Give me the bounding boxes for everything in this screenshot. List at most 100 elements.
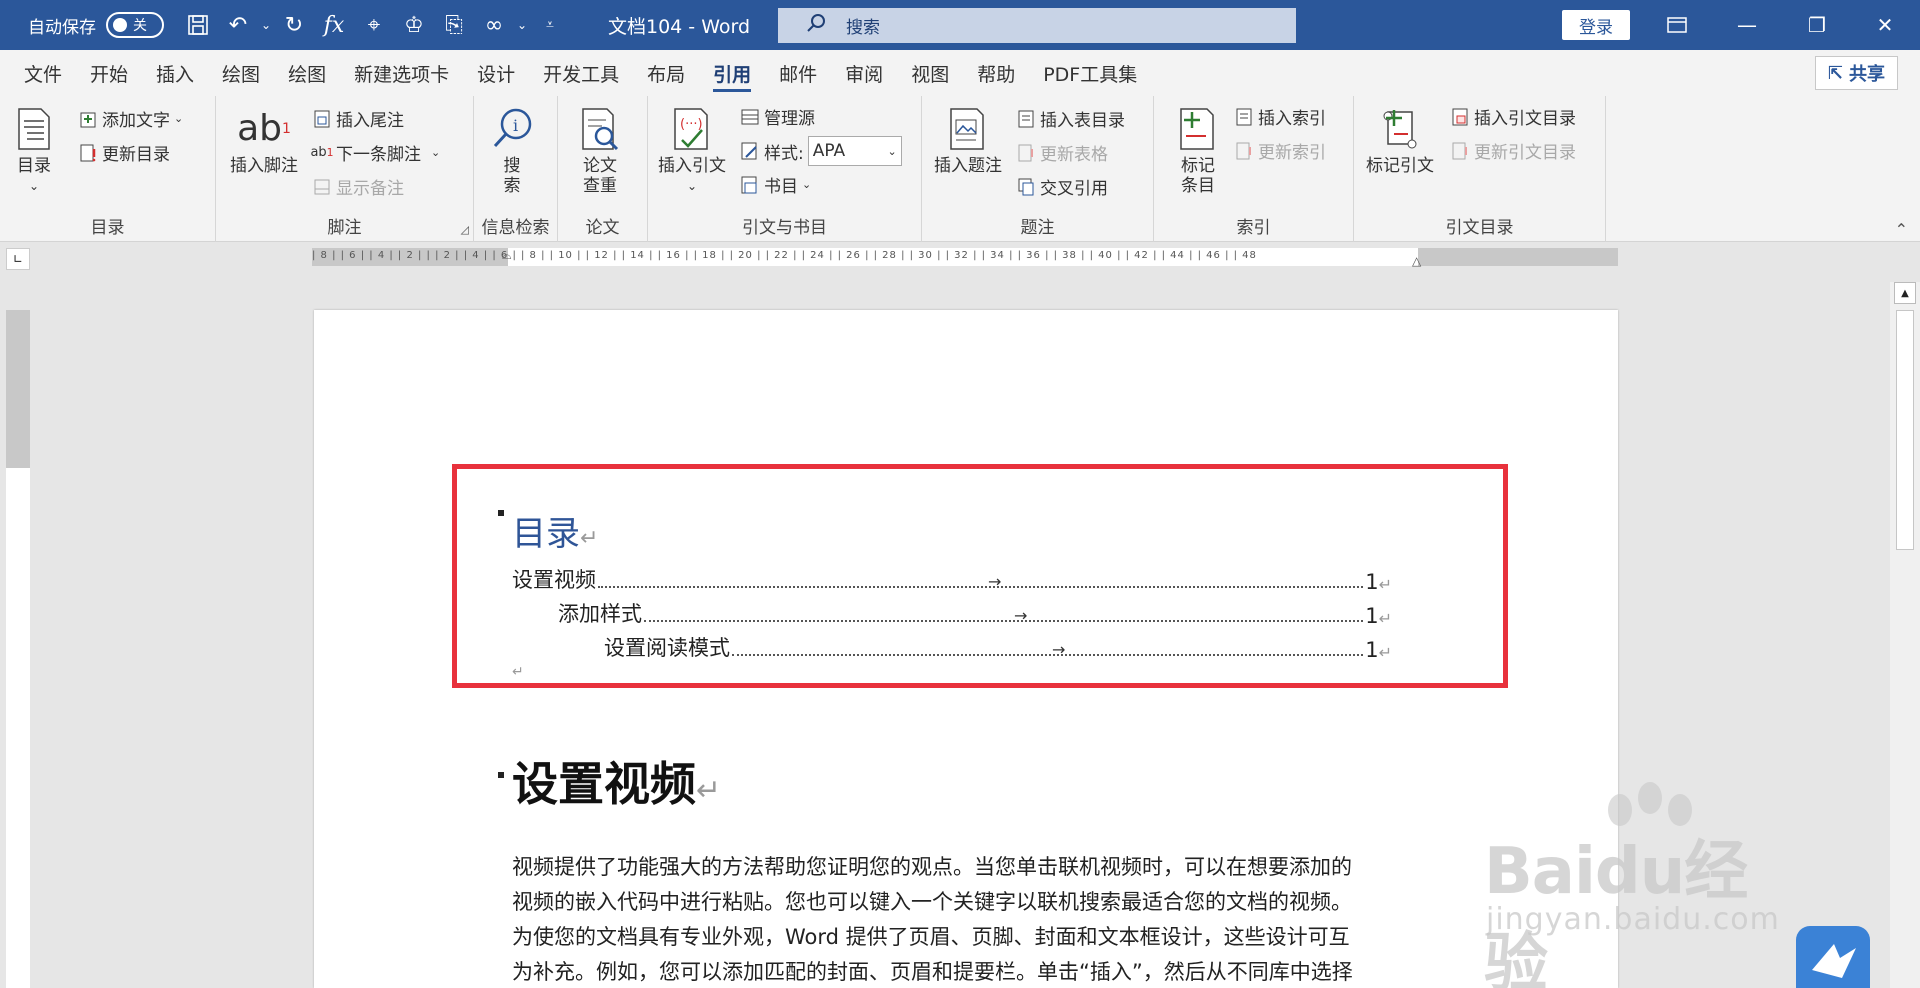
insert-table-of-figures-label: 插入表目录 <box>1040 111 1125 131</box>
tab-selector-icon[interactable]: ∟ <box>6 248 30 270</box>
select-cursor-icon[interactable]: ⌖ <box>354 5 394 45</box>
tab-mailings[interactable]: 邮件 <box>765 50 831 96</box>
close-icon[interactable]: ✕ <box>1850 0 1920 50</box>
next-footnote-button[interactable]: ab 1 下一条脚注 ⌄ <box>310 140 440 165</box>
chevron-down-icon[interactable]: ⌄ <box>514 5 530 45</box>
toc-button[interactable]: 目录 ⌄ <box>12 104 56 196</box>
insert-toa-icon <box>1450 106 1470 128</box>
style-select[interactable]: APA ⌄ <box>807 136 902 166</box>
thesis-check-button[interactable]: 论文 查重 <box>578 104 622 196</box>
toc-entry[interactable]: 设置视频 → 1 ↵ <box>512 564 1392 594</box>
vertical-scrollbar[interactable]: ▲ <box>1890 282 1920 988</box>
dialog-launcher-icon[interactable]: ◿ <box>461 223 469 236</box>
style-value: APA <box>812 141 846 161</box>
tab-draw[interactable]: 绘图 <box>208 50 274 96</box>
autosave-toggle[interactable]: 关 <box>106 12 164 38</box>
right-indent-marker-icon[interactable]: △ <box>1412 254 1421 268</box>
toc-leader: → <box>598 572 1364 591</box>
update-table-button[interactable]: 更新表格 <box>1016 140 1108 165</box>
customize-toolbar-icon[interactable]: ⩡ <box>530 5 570 45</box>
tab-layout[interactable]: 布局 <box>633 50 699 96</box>
insert-footnote-label: 插入脚注 <box>230 156 298 176</box>
insert-table-of-figures-button[interactable]: 插入表目录 <box>1016 106 1125 131</box>
chevron-down-icon: ⌄ <box>174 112 184 125</box>
scroll-thumb[interactable] <box>1896 310 1914 550</box>
undo-icon[interactable]: ↶ <box>218 5 258 45</box>
group-citations: (···) 插入引文 ⌄ 管理源 样式: APA ⌄ 书目 ⌄ 引文与书目 <box>648 96 922 242</box>
document-page[interactable]: 目录↵ 设置视频 → 1 ↵ 添加样式 → 1 ↵ 设置阅读模式 → 1 ↵ ↵ 设置… <box>314 310 1618 988</box>
show-notes-button[interactable]: 显示备注 <box>312 174 404 199</box>
share-icon: ⇱ <box>1827 62 1843 84</box>
insert-toa-button[interactable]: 插入引文目录 <box>1450 104 1576 129</box>
search-button[interactable]: i 搜 索 <box>490 104 534 196</box>
body-paragraph[interactable]: 视频提供了功能强大的方法帮助您证明您的观点。当您单击联机视频时，可以在想要添加的… <box>512 850 1422 988</box>
add-text-button[interactable]: 添加文字 ⌄ <box>78 106 183 131</box>
update-index-button[interactable]: 更新索引 <box>1234 138 1326 163</box>
toc-entry[interactable]: 设置阅读模式 → 1 ↵ <box>604 632 1392 662</box>
tab-developer[interactable]: 开发工具 <box>529 50 633 96</box>
toc-icon <box>12 104 56 154</box>
paragraph-line: 为使您的文档具有专业外观，Word 提供了页眉、页脚、封面和文本框设计，这些设计… <box>512 925 1350 949</box>
save-icon[interactable] <box>178 5 218 45</box>
share-button[interactable]: ⇱ 共享 <box>1814 56 1898 90</box>
heading-1[interactable]: 设置视频↵ <box>512 748 721 814</box>
group-research: i 搜 索 信息检索 <box>474 96 558 242</box>
tab-help[interactable]: 帮助 <box>963 50 1029 96</box>
update-toa-button[interactable]: 更新引文目录 <box>1450 138 1576 163</box>
scroll-up-icon[interactable]: ▲ <box>1894 282 1916 304</box>
thesis-label-2: 查重 <box>583 176 617 196</box>
update-table-label: 更新表格 <box>1040 145 1108 165</box>
tab-draw-2[interactable]: 绘图 <box>274 50 340 96</box>
group-label-toa: 引文目录 <box>1445 218 1514 238</box>
paragraph-mark-bullet <box>498 772 504 778</box>
insert-caption-button[interactable]: 插入题注 <box>934 104 1002 176</box>
collapse-ribbon-icon[interactable]: ⌃ <box>1895 220 1908 239</box>
tab-view[interactable]: 视图 <box>897 50 963 96</box>
tab-pdf-tools[interactable]: PDF工具集 <box>1029 50 1151 96</box>
search-box[interactable]: 搜索 <box>778 8 1296 43</box>
insert-citation-button[interactable]: (···) 插入引文 ⌄ <box>658 104 726 196</box>
toc-heading[interactable]: 目录↵ <box>512 506 598 555</box>
update-toc-button[interactable]: 更新目录 <box>78 140 170 165</box>
update-index-icon <box>1234 140 1254 162</box>
next-footnote-label: 下一条脚注 <box>336 145 421 165</box>
tab-review[interactable]: 审阅 <box>831 50 897 96</box>
login-button[interactable]: 登录 <box>1562 10 1630 40</box>
horizontal-ruler[interactable]: | 8 | | 6 | | 4 | | 2 | | | 2 | | 4 | | … <box>312 248 1618 268</box>
tab-home[interactable]: 开始 <box>76 50 142 96</box>
insert-index-button[interactable]: 插入索引 <box>1234 104 1326 129</box>
toc-entry[interactable]: 添加样式 → 1 ↵ <box>558 598 1392 628</box>
tab-design[interactable]: 设计 <box>463 50 529 96</box>
tab-references[interactable]: 引用 <box>699 50 765 96</box>
paragraph-mark-bullet <box>498 510 504 516</box>
infinity-icon[interactable]: ∞ <box>474 5 514 45</box>
function-icon[interactable]: fx <box>314 5 354 45</box>
toc-leader: → <box>732 640 1364 659</box>
restore-icon[interactable]: ❐ <box>1782 0 1852 50</box>
insert-index-icon <box>1234 106 1254 128</box>
document-title: 文档104 - Word <box>608 16 751 38</box>
group-table-of-authorities: 标记引文 插入引文目录 更新引文目录 引文目录 <box>1354 96 1606 242</box>
indent-marker-icon[interactable]: ⌓ <box>502 248 512 263</box>
mark-citation-button[interactable]: 标记引文 <box>1366 104 1434 176</box>
tab-insert[interactable]: 插入 <box>142 50 208 96</box>
chevron-down-icon: ⌄ <box>28 179 40 193</box>
manage-sources-button[interactable]: 管理源 <box>740 104 815 129</box>
chevron-down-icon[interactable]: ⌄ <box>258 5 274 45</box>
minimize-icon[interactable]: — <box>1712 0 1782 50</box>
document-settings-icon[interactable]: ⎘ <box>434 5 474 45</box>
insert-endnote-button[interactable]: 插入尾注 <box>312 106 404 131</box>
bibliography-button[interactable]: 书目 ⌄ <box>740 172 811 197</box>
insert-footnote-button[interactable]: ab 1 插入脚注 <box>230 104 298 177</box>
cross-reference-button[interactable]: 交叉引用 <box>1016 174 1108 199</box>
tab-file[interactable]: 文件 <box>10 50 76 96</box>
watermark-url: jingyan.baidu.com <box>1486 902 1780 937</box>
redo-icon[interactable]: ↻ <box>274 5 314 45</box>
tab-arrow-icon: → <box>988 572 1002 591</box>
mark-entry-button[interactable]: 标记 条目 <box>1176 104 1220 196</box>
tab-new-tab[interactable]: 新建选项卡 <box>340 50 463 96</box>
ribbon-display-icon[interactable] <box>1642 0 1712 50</box>
paragraph-line: 视频提供了功能强大的方法帮助您证明您的观点。当您单击联机视频时，可以在想要添加的 <box>512 855 1352 879</box>
bird-logo-icon <box>1796 926 1870 988</box>
hierarchy-icon[interactable]: ♔ <box>394 5 434 45</box>
